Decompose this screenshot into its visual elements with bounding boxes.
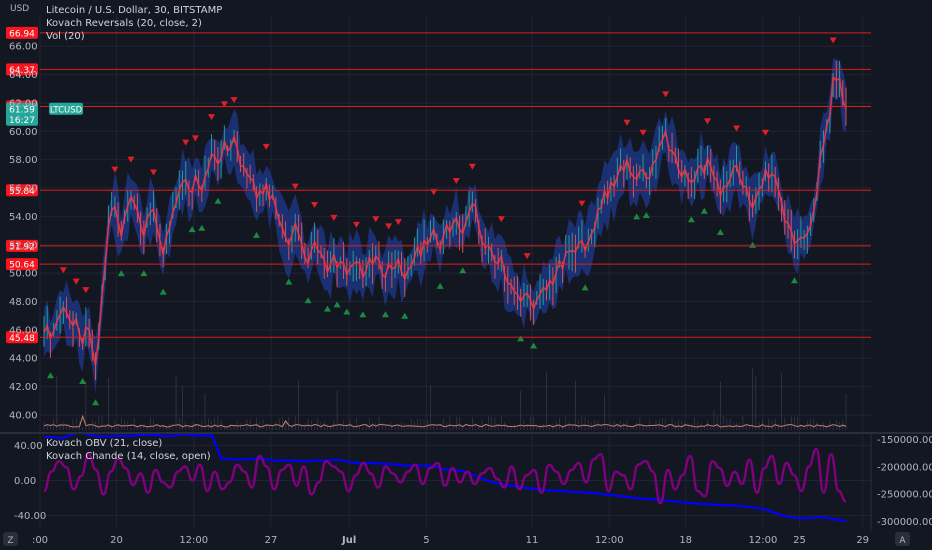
x-tick-label: 12:00 bbox=[595, 535, 624, 546]
y-tick-label: 54.00 bbox=[9, 212, 38, 223]
symbol-tag-label: LTCUSD bbox=[50, 105, 83, 115]
y-tick-label: 62.00 bbox=[9, 98, 38, 109]
chart-background bbox=[0, 0, 932, 550]
y-tick-label: 42.00 bbox=[9, 382, 38, 393]
y-tick-label: 48.00 bbox=[9, 297, 38, 308]
y-tick-label: 64.00 bbox=[9, 70, 38, 81]
y-tick-label: 46.00 bbox=[9, 325, 38, 336]
y-tick-label: 52.00 bbox=[9, 240, 38, 251]
x-tick-label: :00 bbox=[32, 535, 48, 546]
oscillator-legend: Kovach OBV (21, close) Kovach Chande (14… bbox=[46, 437, 211, 463]
y-tick-label: 56.00 bbox=[9, 184, 38, 195]
y-tick-label: 66.00 bbox=[9, 42, 38, 53]
y-tick-label: 44.00 bbox=[9, 354, 38, 365]
x-tick-label: 25 bbox=[793, 535, 806, 546]
x-tick-label: 18 bbox=[679, 535, 692, 546]
main-legend: Litecoin / U.S. Dollar, 30, BITSTAMP Kov… bbox=[46, 4, 222, 43]
x-tick-label: 12:00 bbox=[749, 535, 778, 546]
osc-right-tick-label: -300000.00 bbox=[877, 517, 932, 528]
candle-countdown-label: 16:27 bbox=[9, 116, 35, 126]
level-badge-label: 66.94 bbox=[9, 29, 35, 39]
osc-right-tick-label: -250000.00 bbox=[877, 490, 932, 501]
indicator-volume-label: Vol (20) bbox=[46, 31, 85, 42]
chart-canvas: 66.9464.3761.7555.8451.9250.6445.4861.59… bbox=[0, 0, 932, 550]
y-tick-label: 50.00 bbox=[9, 269, 38, 280]
timezone-button-label: Z bbox=[7, 536, 13, 546]
indicator-reversals-label: Kovach Reversals (20, close, 2) bbox=[46, 18, 202, 29]
currency-label: USD bbox=[10, 4, 29, 14]
autoscale-button-label: A bbox=[899, 536, 906, 546]
indicator-chande-label: Kovach Chande (14, close, open) bbox=[46, 451, 211, 462]
x-tick-label: 11 bbox=[526, 535, 539, 546]
x-tick-label: 12:00 bbox=[179, 535, 208, 546]
x-tick-label: Jul bbox=[341, 535, 356, 546]
chart-title: Litecoin / U.S. Dollar, 30, BITSTAMP bbox=[46, 5, 223, 16]
x-tick-label: 27 bbox=[265, 535, 278, 546]
y-tick-label: 60.00 bbox=[9, 127, 38, 138]
osc-left-tick-label: 40.00 bbox=[14, 441, 43, 452]
osc-right-tick-label: -200000.00 bbox=[877, 462, 932, 473]
osc-left-tick-label: -40.00 bbox=[14, 511, 46, 522]
osc-right-tick-label: -150000.00 bbox=[877, 435, 932, 446]
y-tick-label: 40.00 bbox=[9, 410, 38, 421]
y-tick-label: 58.00 bbox=[9, 155, 38, 166]
x-tick-label: 5 bbox=[423, 535, 429, 546]
indicator-obv-label: Kovach OBV (21, close) bbox=[46, 438, 163, 449]
x-tick-label: 29 bbox=[856, 535, 869, 546]
osc-left-tick-label: 0.00 bbox=[14, 476, 36, 487]
x-tick-label: 20 bbox=[110, 535, 123, 546]
